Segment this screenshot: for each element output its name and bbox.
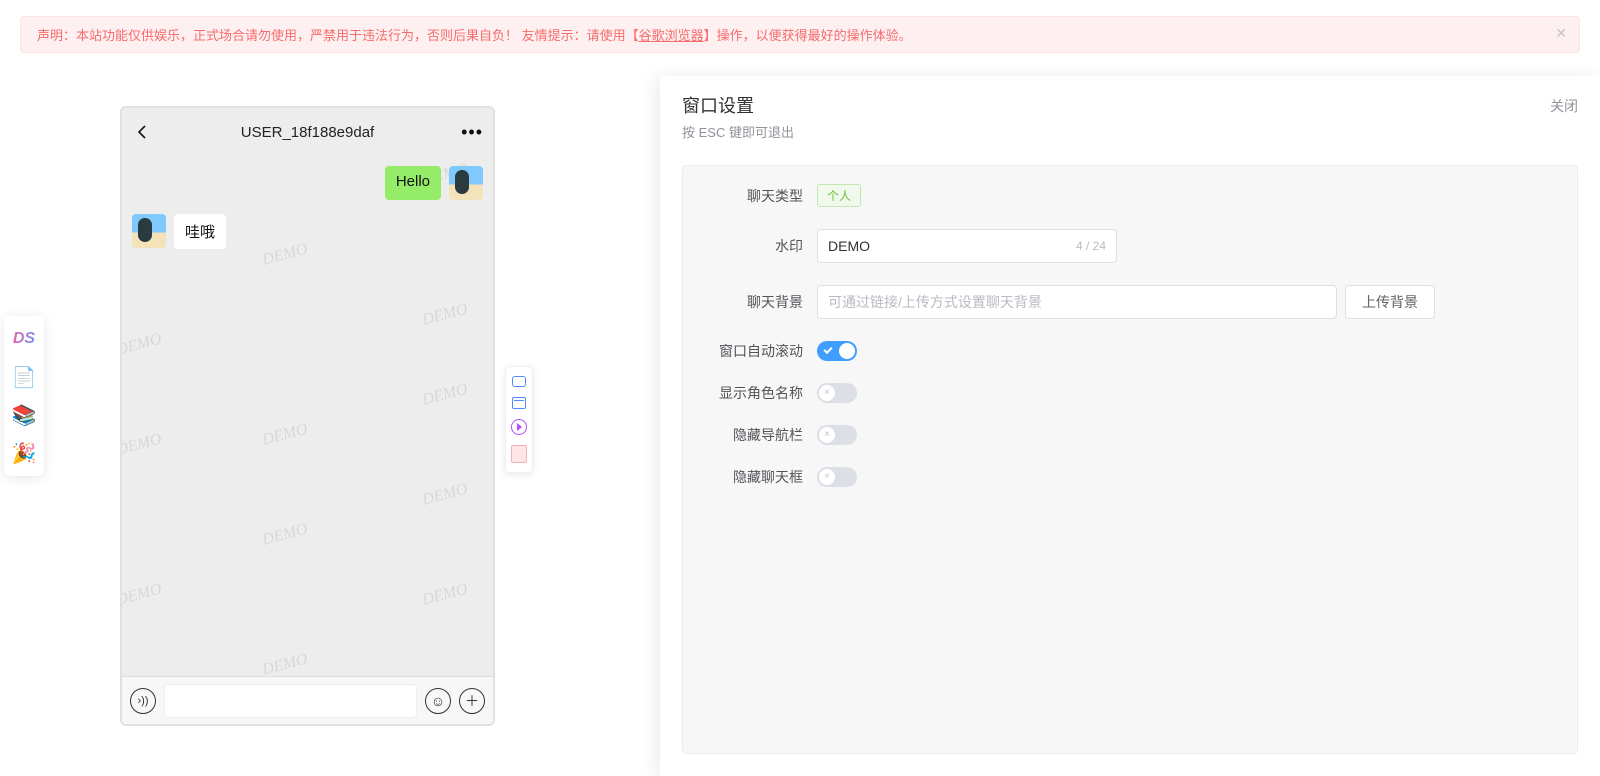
play-icon[interactable] (511, 419, 527, 435)
label-auto-scroll: 窗口自动滚动 (707, 341, 817, 361)
label-hide-nav: 隐藏导航栏 (707, 425, 817, 445)
voice-icon[interactable]: ›)) (130, 688, 156, 714)
switch-hide-chat[interactable] (817, 467, 857, 487)
back-icon[interactable] (132, 122, 152, 142)
label-hide-chat: 隐藏聊天框 (707, 467, 817, 487)
drawer-body: 聊天类型 个人 水印 DEMO 4 / 24 聊天背景 可通过链接/上传方式设置… (682, 165, 1578, 754)
settings-drawer: 窗口设置 按 ESC 键即可退出 关闭 聊天类型 个人 水印 DEMO 4 / … (660, 76, 1600, 776)
drawer-title: 窗口设置 (682, 92, 794, 118)
chat-text-input[interactable] (164, 684, 417, 718)
chat-input-bar: ›)) ☺ ＋ (122, 676, 493, 724)
chat-type-tag: 个人 (817, 184, 861, 207)
chat-title: USER_18f188e9daf (241, 124, 374, 141)
phone-preview: USER_18f188e9daf ••• DEMO DEMO DEMO DEMO… (120, 106, 495, 726)
avatar[interactable] (132, 214, 166, 248)
alert-text-prefix: 声明：本站功能仅供娱乐，正式场合请勿使用，严禁用于违法行为，否则后果自负！ 友情… (37, 28, 639, 43)
alert-text-suffix: 】操作，以便获得最好的操作体验。 (704, 28, 912, 43)
watermark-char-count: 4 / 24 (1076, 239, 1106, 253)
rail-book-icon[interactable]: 📚 (8, 399, 40, 431)
chrome-link[interactable]: 谷歌浏览器 (639, 28, 704, 43)
label-show-role: 显示角色名称 (707, 383, 817, 403)
row-hide-chat: 隐藏聊天框 (707, 467, 1553, 487)
rail-template-icon[interactable]: 📄 (8, 361, 40, 393)
upload-bg-button[interactable]: 上传背景 (1345, 285, 1435, 319)
window-settings-icon[interactable] (512, 376, 526, 387)
watermark-input-value: DEMO (828, 238, 870, 254)
chat-body: DEMO DEMO DEMO DEMO DEMO DEMO DEMO DEMO … (122, 156, 493, 676)
row-chat-type: 聊天类型 个人 (707, 184, 1553, 207)
label-watermark: 水印 (707, 236, 817, 256)
drawer-header: 窗口设置 按 ESC 键即可退出 关闭 (660, 76, 1600, 155)
label-chat-type: 聊天类型 (707, 186, 817, 206)
left-rail: DS 📄 📚 🎉 (4, 316, 44, 476)
row-chat-bg: 聊天背景 可通过链接/上传方式设置聊天背景 上传背景 (707, 285, 1553, 319)
emoji-icon[interactable]: ☺ (425, 688, 451, 714)
plus-icon[interactable]: ＋ (459, 688, 485, 714)
row-watermark: 水印 DEMO 4 / 24 (707, 229, 1553, 263)
drawer-close-button[interactable]: 关闭 (1550, 96, 1578, 116)
message-bubble: Hello (385, 166, 441, 200)
phone-header: USER_18f188e9daf ••• (122, 108, 493, 156)
more-icon[interactable]: ••• (461, 122, 483, 143)
drawer-subtitle: 按 ESC 键即可退出 (682, 122, 794, 141)
rail-logo-icon[interactable]: DS (8, 323, 40, 355)
switch-auto-scroll[interactable] (817, 341, 857, 361)
switch-show-role[interactable] (817, 383, 857, 403)
label-chat-bg: 聊天背景 (707, 292, 817, 312)
chat-bg-input[interactable]: 可通过链接/上传方式设置聊天背景 (817, 285, 1337, 319)
message-bubble: 哇哦 (174, 214, 226, 249)
redpacket-icon[interactable] (511, 445, 527, 463)
rail-confetti-icon[interactable]: 🎉 (8, 437, 40, 469)
message-row-out: Hello (132, 166, 483, 200)
message-row-in: 哇哦 (132, 214, 483, 249)
date-icon[interactable] (512, 397, 526, 409)
row-auto-scroll: 窗口自动滚动 (707, 341, 1553, 361)
disclaimer-alert: 声明：本站功能仅供娱乐，正式场合请勿使用，严禁用于违法行为，否则后果自负！ 友情… (20, 16, 1580, 53)
avatar[interactable] (449, 166, 483, 200)
row-show-role: 显示角色名称 (707, 383, 1553, 403)
watermark-input[interactable]: DEMO 4 / 24 (817, 229, 1117, 263)
switch-hide-nav[interactable] (817, 425, 857, 445)
chat-bg-placeholder: 可通过链接/上传方式设置聊天背景 (828, 292, 1042, 312)
preview-toolbar (505, 366, 533, 473)
row-hide-nav: 隐藏导航栏 (707, 425, 1553, 445)
alert-close-icon[interactable]: ✕ (1555, 25, 1567, 42)
